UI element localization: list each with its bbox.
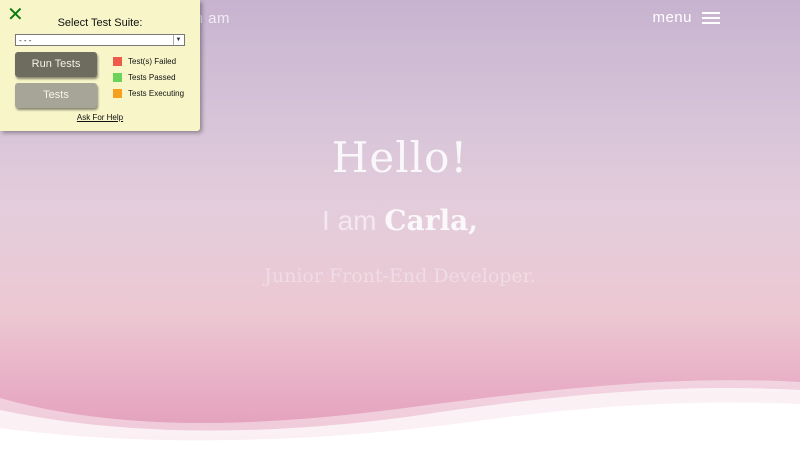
legend-label-executing: Tests Executing [128, 89, 185, 98]
legend-item-passed: Tests Passed [113, 73, 176, 82]
suite-select-dropdown[interactable]: - - - ▼ [15, 34, 185, 46]
executing-swatch-icon [113, 89, 122, 98]
hero-intro: I am Carla, [0, 204, 800, 237]
wave-decoration [0, 380, 800, 450]
menu-button[interactable]: menu [652, 9, 720, 26]
hero-role: Junior Front-End Developer. [264, 265, 536, 287]
failed-swatch-icon [113, 57, 122, 66]
menu-label: menu [652, 9, 692, 26]
chevron-down-icon: ▼ [173, 35, 183, 45]
tests-button[interactable]: Tests [15, 83, 97, 108]
test-suite-panel: ✕ Select Test Suite: - - - ▼ Run Tests T… [0, 0, 200, 131]
run-tests-button[interactable]: Run Tests [15, 52, 97, 77]
hero-name: Carla, [384, 204, 478, 237]
hero-greeting: Hello! [331, 133, 469, 182]
hamburger-icon [702, 11, 720, 24]
suite-select-label: Select Test Suite: [57, 17, 143, 29]
passed-swatch-icon [113, 73, 122, 82]
suite-select-value: - - - [19, 36, 32, 45]
legend-item-failed: Test(s) Failed [113, 57, 176, 66]
legend-label-failed: Test(s) Failed [128, 57, 177, 66]
legend-item-executing: Tests Executing [113, 89, 184, 98]
hero-intro-prefix: I am [322, 205, 377, 236]
legend-label-passed: Tests Passed [128, 73, 176, 82]
ask-for-help-link[interactable]: Ask For Help [0, 113, 200, 122]
